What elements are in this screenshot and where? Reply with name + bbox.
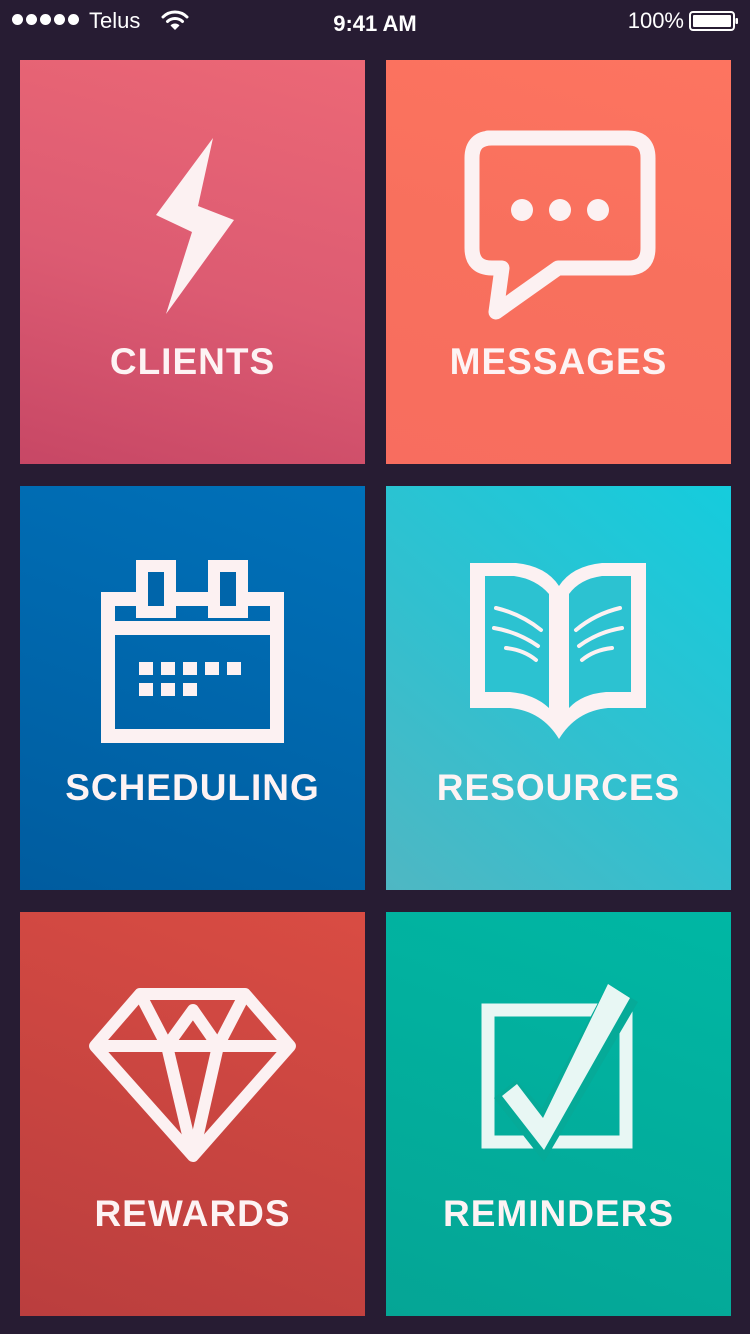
tile-label-clients: CLIENTS <box>109 341 276 382</box>
chat-bubble-icon <box>464 130 656 320</box>
checkbox-icon <box>481 984 638 1162</box>
diamond-icon <box>89 988 296 1162</box>
status-bar: Telus 9:41 AM 100% <box>0 0 750 44</box>
battery-percentage: 100% <box>627 8 684 33</box>
tile-label-messages: MESSAGES <box>449 341 668 382</box>
reminders-tile[interactable]: REMINDERS <box>386 912 731 1316</box>
rewards-tile[interactable]: REWARDS <box>20 912 365 1316</box>
messages-tile[interactable]: MESSAGES <box>386 60 731 464</box>
clients-tile[interactable]: CLIENTS <box>20 60 365 464</box>
open-book-icon <box>470 563 646 739</box>
lightning-icon <box>156 138 234 314</box>
tile-label-rewards: REWARDS <box>94 1193 291 1234</box>
tile-label-resources: RESOURCES <box>436 767 681 808</box>
battery-icon <box>689 11 738 31</box>
tile-label-scheduling: SCHEDULING <box>65 767 320 808</box>
tile-label-reminders: REMINDERS <box>442 1193 675 1234</box>
scheduling-tile[interactable]: SCHEDULING <box>20 486 365 890</box>
calendar-icon <box>101 560 284 743</box>
resources-tile[interactable]: RESOURCES <box>386 486 731 890</box>
